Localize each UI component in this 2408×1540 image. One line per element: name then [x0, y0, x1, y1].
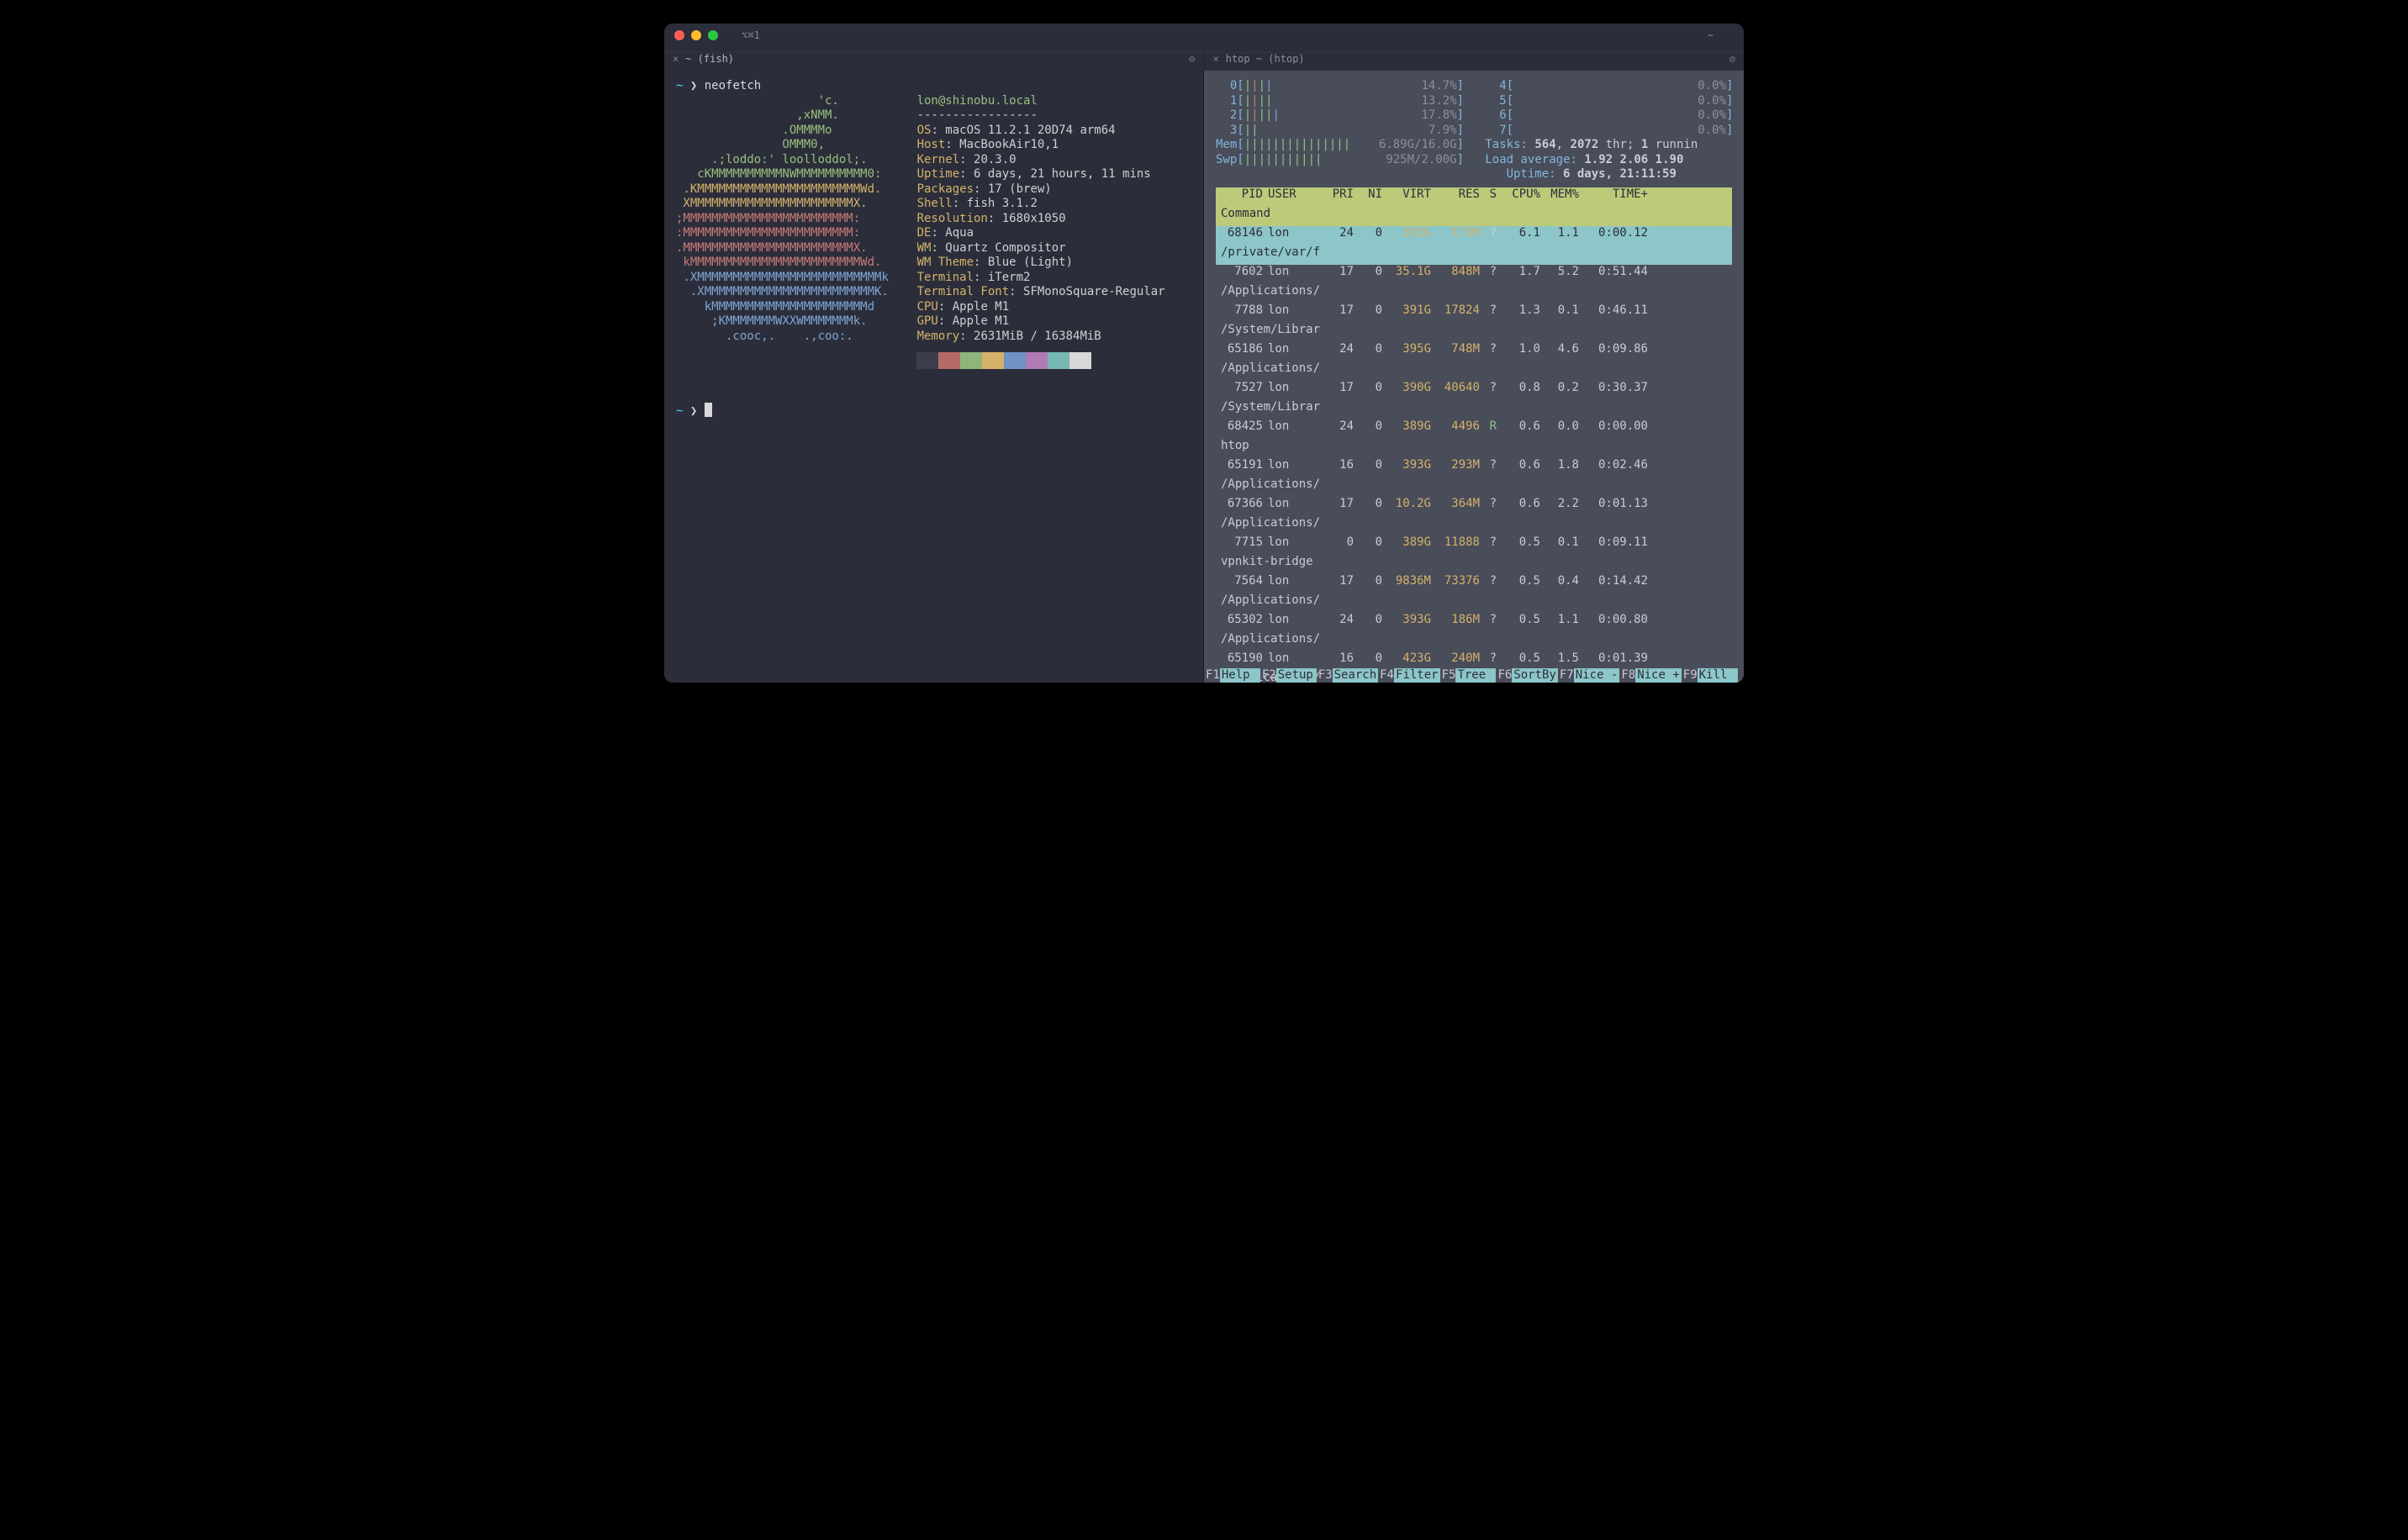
table-row[interactable]: 7527lon170390G40640?0.80.20:30.37/System… — [1216, 381, 1732, 419]
table-row[interactable]: 65186lon240395G748M?1.04.60:09.86/Applic… — [1216, 342, 1732, 381]
fkey-f5[interactable]: F5Tree — [1440, 668, 1497, 683]
tab-label: ~ (fish) — [685, 53, 734, 66]
fkey-f4[interactable]: F4Filter — [1378, 668, 1439, 683]
table-row[interactable]: 7564lon1709836M73376?0.50.40:14.42/Appli… — [1216, 574, 1732, 613]
close-icon[interactable]: × — [1213, 53, 1219, 66]
pane-fish[interactable]: ~ ❯ neofetch 'c. lon@shinobu.local ,xNMM… — [664, 71, 1204, 683]
neofetch-output: 'c. lon@shinobu.local ,xNMM. -----------… — [676, 94, 1191, 345]
minimize-icon[interactable] — [691, 30, 701, 40]
table-header: PIDUSERPRINIVIRTRESSCPU%MEM%TIME+Command — [1216, 187, 1732, 226]
terminal-window: ⌥⌘1 ~ × ~ (fish) ⚙ × htop ~ (htop) ⚙ ~ ❯… — [664, 24, 1744, 683]
swatch — [1026, 352, 1048, 369]
swatch — [1048, 352, 1069, 369]
table-row[interactable]: 65191lon160393G293M?0.61.80:02.46/Applic… — [1216, 458, 1732, 497]
fkey-f7[interactable]: F7Nice - — [1558, 668, 1619, 683]
fkey-f2[interactable]: F2Setup — [1260, 668, 1317, 683]
swatch — [982, 352, 1004, 369]
zoom-icon[interactable] — [708, 30, 718, 40]
color-swatches — [916, 352, 1191, 369]
process-table: PIDUSERPRINIVIRTRESSCPU%MEM%TIME+Command… — [1216, 187, 1732, 683]
close-icon[interactable]: × — [673, 53, 679, 66]
table-row[interactable]: 7602lon17035.1G848M?1.75.20:51.44/Applic… — [1216, 265, 1732, 303]
table-row[interactable]: 67366lon17010.2G364M?0.62.20:01.13/Appli… — [1216, 497, 1732, 535]
split-panes: ~ ❯ neofetch 'c. lon@shinobu.local ,xNMM… — [664, 71, 1744, 683]
window-titlebar: ⌥⌘1 ~ — [664, 24, 1744, 47]
tab-label: htop ~ (htop) — [1226, 53, 1305, 66]
prompt-cwd: ~ — [676, 79, 683, 92]
htop-fkeys: F1Help F2Setup F3SearchF4FilterF5Tree F6… — [1204, 668, 1744, 683]
swatch — [1004, 352, 1026, 369]
table-row[interactable]: 68425lon240389G4496R0.60.00:00.00htop — [1216, 419, 1732, 458]
prompt-symbol: ❯ — [690, 404, 697, 418]
traffic-lights — [674, 30, 718, 40]
table-row[interactable]: 68146lon240391G173M?6.11.10:00.12/privat… — [1216, 226, 1732, 265]
gear-icon[interactable]: ⚙ — [1189, 53, 1195, 66]
swatch — [960, 352, 982, 369]
table-row[interactable]: 7715lon00389G11888?0.50.10:09.11vpnkit-b… — [1216, 535, 1732, 574]
prompt-symbol: ❯ — [690, 79, 697, 92]
htop-meters: 0[|||| 14.7%] 4[ 0.0%] 1[|||| 13.2%] 5[ … — [1216, 79, 1732, 182]
tab-htop[interactable]: × htop ~ (htop) ⚙ — [1204, 52, 1745, 66]
prompt-line: ~ ❯ neofetch — [676, 79, 1191, 94]
fkey-f8[interactable]: F8Nice + — [1619, 668, 1681, 683]
command-text: neofetch — [705, 79, 761, 92]
prompt-cwd: ~ — [676, 404, 683, 418]
swatch — [1069, 352, 1091, 369]
window-title-left: ⌥⌘1 — [742, 29, 760, 42]
cursor[interactable] — [705, 403, 712, 417]
window-title-right: ~ — [1708, 29, 1734, 42]
close-icon[interactable] — [674, 30, 684, 40]
pane-htop[interactable]: 0[|||| 14.7%] 4[ 0.0%] 1[|||| 13.2%] 5[ … — [1204, 71, 1744, 683]
table-row[interactable]: 7788lon170391G17824?1.30.10:46.11/System… — [1216, 303, 1732, 342]
fkey-f3[interactable]: F3Search — [1317, 668, 1378, 683]
prompt-line: ~ ❯ — [676, 403, 1191, 419]
fkey-f9[interactable]: F9Kill — [1682, 668, 1738, 683]
tab-bar: × ~ (fish) ⚙ × htop ~ (htop) ⚙ — [664, 47, 1744, 71]
gear-icon[interactable]: ⚙ — [1729, 53, 1735, 66]
fkey-f6[interactable]: F6SortBy — [1496, 668, 1557, 683]
swatch — [916, 352, 938, 369]
swatch — [938, 352, 960, 369]
tab-fish[interactable]: × ~ (fish) ⚙ — [664, 52, 1204, 66]
table-row[interactable]: 65302lon240393G186M?0.51.10:00.80/Applic… — [1216, 613, 1732, 651]
fkey-f1[interactable]: F1Help — [1204, 668, 1260, 683]
